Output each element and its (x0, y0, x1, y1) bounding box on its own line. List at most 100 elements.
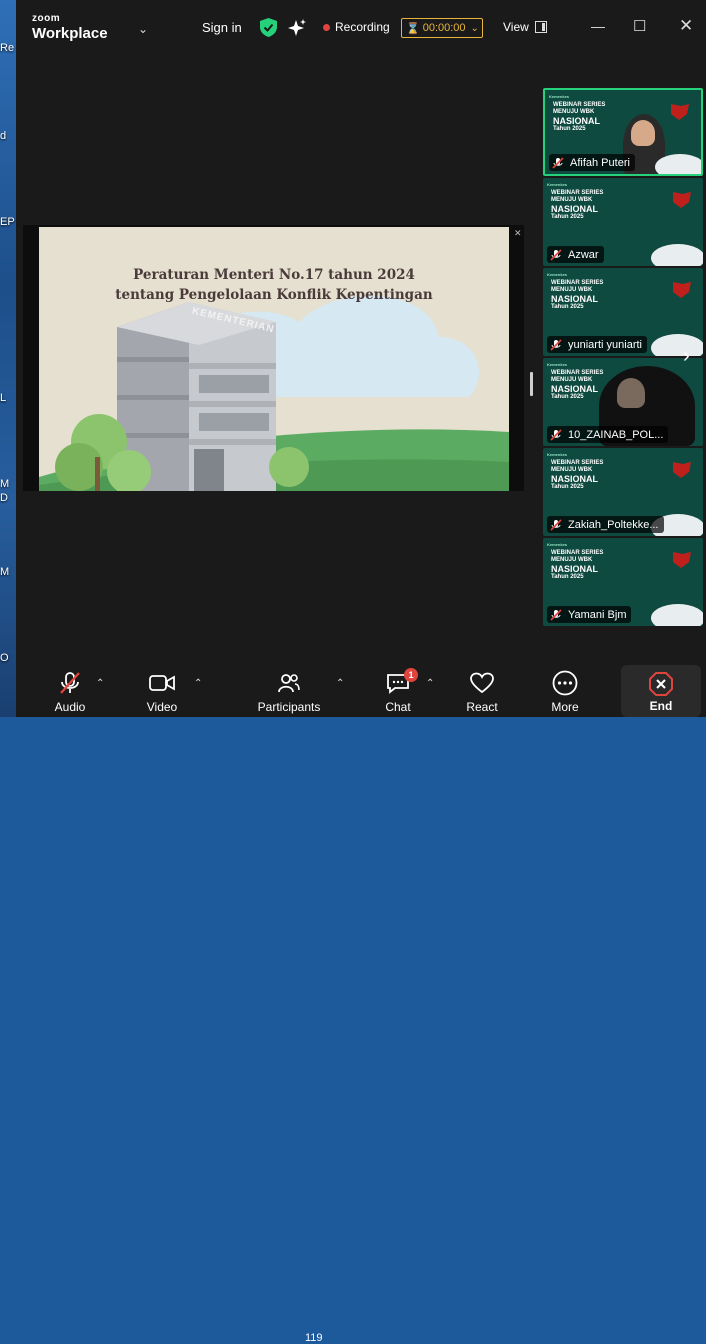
tile-heading-line: MENUJU WBK (551, 557, 593, 563)
chevron-up-icon[interactable]: ⌃ (426, 678, 434, 689)
chevron-down-icon[interactable]: ⌄ (138, 22, 148, 36)
tile-org-text: Kemenkes (547, 182, 568, 187)
participant-name-tag: Zakiah_Poltekke... (547, 516, 664, 533)
maximize-icon[interactable]: ☐ (633, 17, 646, 35)
tile-heading: WEBINAR SERIES MENUJU WBK NASIONAL Tahun… (551, 550, 603, 581)
tile-heading-line: WEBINAR SERIES (551, 550, 604, 556)
desktop-icon-label: EP (0, 216, 15, 228)
close-icon[interactable]: ✕ (679, 16, 693, 36)
tile-heading-line: NASIONAL (553, 116, 600, 126)
react-button[interactable]: React (462, 660, 502, 717)
tile-heading-line: Tahun 2025 (551, 574, 584, 580)
participant-tile[interactable]: Kemenkes WEBINAR SERIES MENUJU WBK NASIO… (543, 268, 703, 356)
participant-gallery: Kemenkes WEBINAR SERIES MENUJU WBK NASIO… (543, 88, 703, 628)
participant-name-tag: Yamani Bjm (547, 606, 632, 623)
participant-count: 119 (305, 1332, 323, 1344)
tile-heading-line: Tahun 2025 (551, 304, 584, 310)
tile-heading-line: MENUJU WBK (551, 377, 593, 383)
wbk-logo-icon (671, 104, 689, 120)
participants-button[interactable]: Participants (254, 660, 324, 717)
tile-heading-line: Tahun 2025 (553, 126, 586, 132)
desktop-icon-label: M (0, 566, 10, 578)
tile-heading: WEBINAR SERIES MENUJU WBK NASIONAL Tahun… (551, 280, 603, 311)
participant-face (617, 378, 645, 408)
participants-icon (278, 674, 300, 693)
wbk-logo-icon (673, 192, 691, 208)
more-icon (552, 670, 578, 696)
title-bar: zoom Workplace ⌄ Sign in Recording ⌛ 00:… (16, 0, 706, 56)
tile-heading-line: NASIONAL (551, 564, 598, 574)
participant-tile[interactable]: Kemenkes WEBINAR SERIES MENUJU WBK NASIO… (543, 358, 703, 446)
shield-check-icon[interactable] (260, 18, 277, 37)
mic-muted-icon (550, 608, 562, 621)
sign-in-link[interactable]: Sign in (202, 20, 242, 35)
wbk-logo-icon (673, 282, 691, 298)
minimize-icon[interactable]: — (591, 18, 605, 34)
desktop-icon-label: L (0, 392, 7, 404)
mic-muted-icon (550, 428, 562, 441)
desktop-icon-label: Re (0, 42, 15, 54)
chevron-right-icon[interactable]: › (683, 345, 690, 368)
chevron-up-icon[interactable]: ⌃ (336, 678, 344, 689)
end-call-icon (649, 672, 673, 696)
view-label: View (503, 20, 529, 34)
meeting-timer[interactable]: ⌛ 00:00:00 ⌄ (401, 18, 483, 38)
participant-tile[interactable]: Kemenkes WEBINAR SERIES MENUJU WBK NASIO… (543, 88, 703, 176)
end-meeting-button[interactable]: End (621, 665, 701, 717)
chevron-down-icon: ⌄ (470, 22, 479, 34)
more-label: More (551, 700, 579, 714)
video-button[interactable]: Video (142, 660, 182, 717)
participant-name-tag: 10_ZAINAB_POL... (547, 426, 669, 443)
layout-icon (534, 21, 547, 33)
record-dot-icon (323, 23, 330, 31)
wbk-logo-icon (673, 462, 691, 478)
participant-tile[interactable]: Kemenkes WEBINAR SERIES MENUJU WBK NASIO… (543, 538, 703, 626)
participant-name: 10_ZAINAB_POL... (568, 428, 664, 441)
mic-muted-icon (550, 248, 562, 261)
video-label: Video (146, 700, 178, 714)
hourglass-icon: ⌛ (406, 22, 420, 35)
tile-heading-line: MENUJU WBK (551, 467, 593, 473)
tile-heading-line: NASIONAL (551, 204, 598, 214)
heart-icon (470, 672, 494, 694)
tile-heading-line: WEBINAR SERIES (551, 370, 604, 376)
participant-name: Zakiah_Poltekke... (568, 518, 659, 531)
tile-heading: WEBINAR SERIES MENUJU WBK NASIONAL Tahun… (551, 190, 603, 221)
participant-name: Azwar (568, 248, 599, 261)
tile-heading-line: Tahun 2025 (551, 484, 584, 490)
tile-heading-line: Tahun 2025 (551, 394, 584, 400)
participant-tile[interactable]: Kemenkes WEBINAR SERIES MENUJU WBK NASIO… (543, 448, 703, 536)
tile-org-text: Kemenkes (547, 452, 568, 457)
tile-heading-line: NASIONAL (551, 384, 598, 394)
tile-heading: WEBINAR SERIES MENUJU WBK NASIONAL Tahun… (551, 460, 603, 491)
desktop-icon-label: D (0, 492, 8, 504)
participant-name-tag: Afifah Puteri (549, 154, 635, 171)
participant-name: yuniarti yuniarti (568, 338, 642, 351)
recording-label: Recording (335, 20, 390, 34)
cloud-decoration (655, 154, 701, 174)
timer-value: 00:00:00 (422, 22, 466, 34)
recording-indicator[interactable]: Recording (323, 20, 390, 34)
close-icon[interactable]: ✕ (514, 228, 522, 239)
view-button[interactable]: View (503, 20, 547, 34)
cloud-decoration (651, 244, 703, 266)
desktop-icon-label: M (0, 478, 10, 490)
desktop-icon-label: d (0, 130, 7, 142)
tile-org-text: Kemenkes (547, 362, 568, 367)
tile-heading: WEBINAR SERIES MENUJU WBK NASIONAL Tahun… (553, 102, 605, 133)
zoom-workplace-logo[interactable]: zoom Workplace (32, 14, 108, 42)
participant-tile[interactable]: Kemenkes WEBINAR SERIES MENUJU WBK NASIO… (543, 178, 703, 266)
tile-heading-line: MENUJU WBK (553, 109, 595, 115)
tile-heading: WEBINAR SERIES MENUJU WBK NASIONAL Tahun… (551, 370, 603, 401)
meeting-content: ✕ Peraturan Menteri No.17 tahun 2024 ten… (16, 56, 706, 660)
ai-sparkle-icon[interactable] (287, 18, 307, 38)
chat-badge: 1 (404, 668, 418, 682)
chevron-up-icon[interactable]: ⌃ (96, 678, 104, 689)
audio-button[interactable]: Audio (50, 660, 90, 717)
slide-title-line-2: tentang Pengelolaan Konflik Kepentingan (115, 287, 433, 303)
chevron-up-icon[interactable]: ⌃ (194, 678, 202, 689)
resize-handle[interactable] (530, 372, 533, 396)
participant-name-tag: Azwar (547, 246, 604, 263)
more-button[interactable]: More (545, 660, 585, 717)
mic-muted-icon (550, 338, 562, 351)
